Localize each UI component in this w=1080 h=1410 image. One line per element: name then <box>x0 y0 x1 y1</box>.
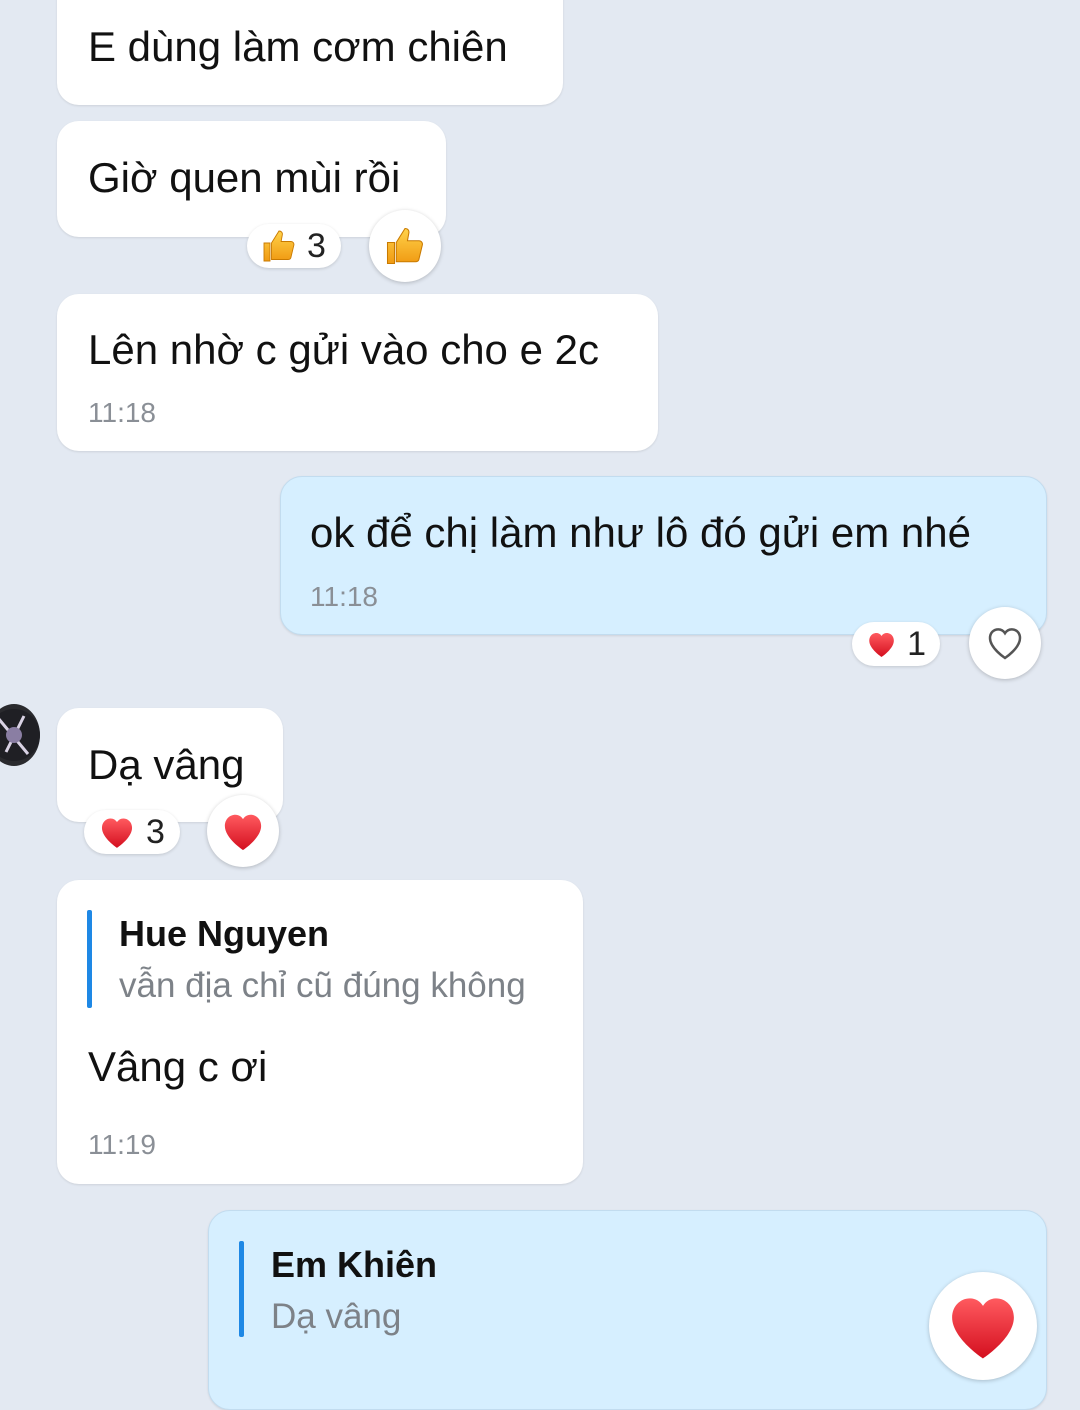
message-bubble[interactable]: E dùng làm cơm chiên <box>57 0 563 105</box>
outgoing-message-bubble[interactable]: ok để chị làm như lô đó gửi em nhé 11:18 <box>280 476 1047 635</box>
quoted-message-text: Dạ vâng <box>271 1297 402 1336</box>
reaction-summary[interactable]: 1 <box>852 622 940 666</box>
quoted-sender-name: Hue Nguyen <box>119 913 330 954</box>
heart-icon <box>224 814 262 851</box>
quoted-sender-name: Em Khiên <box>271 1244 438 1285</box>
react-button[interactable] <box>207 795 279 867</box>
message-time: 11:19 <box>88 1129 156 1160</box>
reaction-count: 3 <box>307 226 326 265</box>
reply-message-bubble[interactable]: Hue Nguyen vẫn địa chỉ cũ đúng không Vân… <box>57 880 583 1184</box>
message-text: Lên nhờ c gửi vào cho e 2c <box>88 326 599 373</box>
message-bubble[interactable]: Lên nhờ c gửi vào cho e 2c 11:18 <box>57 294 658 451</box>
message-time: 11:18 <box>310 581 378 612</box>
heart-icon <box>952 1298 1014 1359</box>
react-button[interactable] <box>969 607 1041 679</box>
outgoing-reply-bubble[interactable]: Em Khiên Dạ vâng <box>208 1210 1047 1410</box>
reaction-count: 1 <box>907 624 926 663</box>
reaction-summary[interactable]: 3 <box>84 810 180 854</box>
quote-bar <box>239 1241 244 1337</box>
message-text: Giờ quen mùi rồi <box>88 154 401 201</box>
reaction-count: 3 <box>146 812 165 851</box>
heart-outline-icon <box>988 628 1022 660</box>
quote-bar <box>87 910 92 1008</box>
react-button[interactable] <box>929 1272 1037 1380</box>
message-time: 11:18 <box>88 397 156 428</box>
avatar[interactable] <box>0 704 40 766</box>
thumbs-up-icon <box>386 227 423 265</box>
heart-icon <box>869 632 894 657</box>
message-text: Dạ vâng <box>88 741 245 788</box>
message-text: ok để chị làm như lô đó gửi em nhé <box>310 509 971 556</box>
message-text: E dùng làm cơm chiên <box>88 23 508 70</box>
reaction-summary[interactable]: 3 <box>247 224 341 268</box>
avatar-image <box>0 709 40 761</box>
heart-icon <box>101 818 133 848</box>
thumbs-up-icon <box>263 230 295 262</box>
react-button[interactable] <box>369 210 441 282</box>
quoted-message-text: vẫn địa chỉ cũ đúng không <box>119 966 526 1005</box>
message-text: Vâng c ơi <box>88 1043 268 1090</box>
